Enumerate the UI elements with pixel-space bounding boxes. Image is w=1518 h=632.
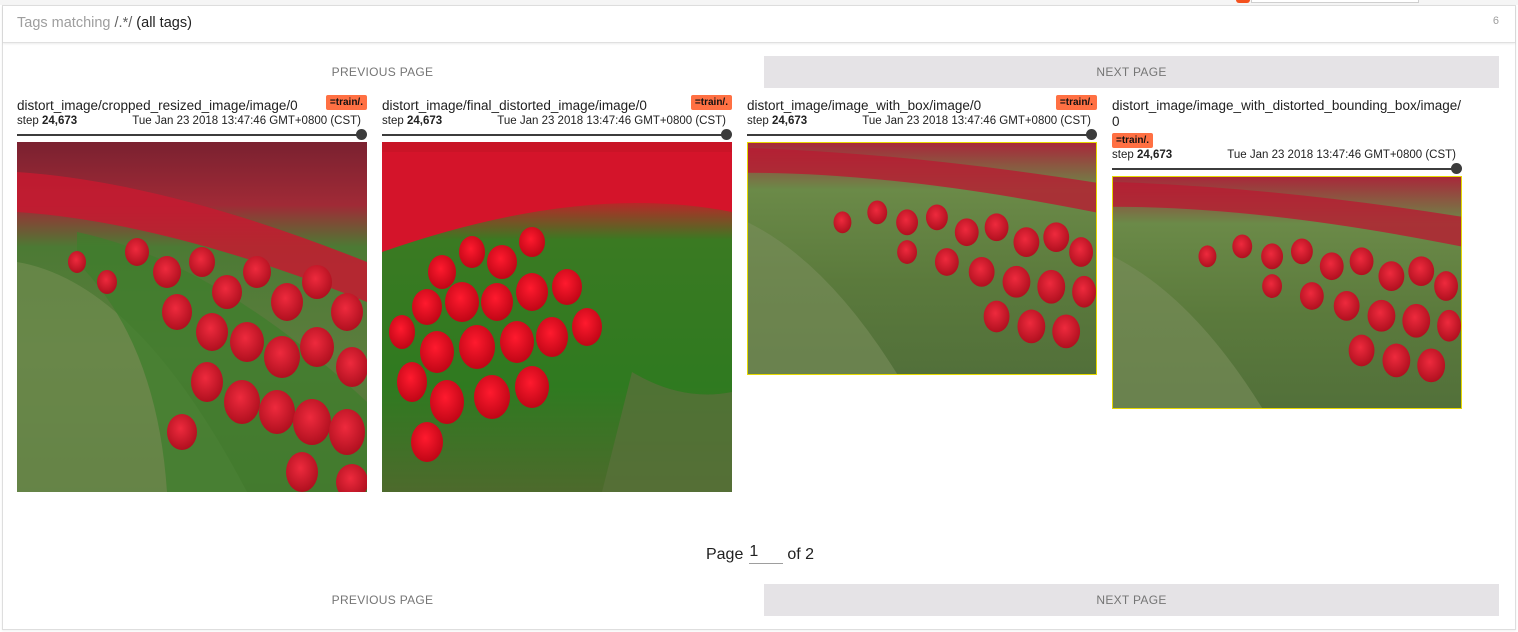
slider-knob[interactable] <box>721 129 732 140</box>
run-badge: =train/. <box>1112 133 1154 148</box>
image-tag-title: distort_image/image_with_distorted_bound… <box>1112 98 1461 129</box>
wall-time: Tue Jan 23 2018 13:47:46 GMT+0800 (CST) <box>1227 149 1456 161</box>
sample-image-with-distorted-box <box>1112 176 1462 409</box>
sample-image <box>382 142 732 492</box>
image-tag-title: distort_image/cropped_resized_image/imag… <box>17 98 298 113</box>
step-value: 24,673 <box>771 115 808 127</box>
page-label: Page <box>705 546 744 563</box>
previous-page-button[interactable]: PREVIOUS PAGE <box>15 56 750 88</box>
step-info: step 24,673 Tue Jan 23 2018 13:47:46 GMT… <box>1112 148 1462 162</box>
slider-track <box>747 134 1091 136</box>
step-label: step 24,673 <box>17 115 78 127</box>
page-number-input[interactable] <box>749 543 784 564</box>
image-tag-title: distort_image/image_with_box/image/0 <box>747 98 982 113</box>
tags-regex: /.*/ <box>114 15 133 31</box>
slider-track <box>382 134 726 136</box>
tulip-image <box>382 142 732 492</box>
pager-top: PREVIOUS PAGE NEXT PAGE <box>15 56 1501 88</box>
slider-track <box>1112 168 1456 170</box>
image-card: distort_image/image_with_box/image/0 =tr… <box>747 95 1097 375</box>
previous-page-button[interactable]: PREVIOUS PAGE <box>15 584 750 616</box>
top-orange-accent <box>1236 0 1250 3</box>
image-card: distort_image/image_with_distorted_bound… <box>1112 98 1462 409</box>
run-badge: =train/. <box>325 95 367 110</box>
image-card: distort_image/final_distorted_image/imag… <box>382 95 732 492</box>
tags-matching-label: Tags matching <box>17 15 111 31</box>
page-control: Page of 2 <box>1 543 1518 564</box>
image-category-card: Tags matching /.*/ (all tags) 6 PREVIOUS… <box>2 5 1516 630</box>
step-slider[interactable] <box>747 129 1097 140</box>
run-badge: =train/. <box>690 95 732 110</box>
step-slider[interactable] <box>17 129 367 140</box>
pager-bottom: PREVIOUS PAGE NEXT PAGE <box>15 584 1501 616</box>
tags-matching-line: Tags matching /.*/ (all tags) <box>17 15 192 31</box>
category-header[interactable]: Tags matching /.*/ (all tags) 6 <box>3 6 1515 43</box>
slider-knob[interactable] <box>356 129 367 140</box>
image-tag-title: distort_image/final_distorted_image/imag… <box>382 98 647 113</box>
tags-description: (all tags) <box>136 15 192 31</box>
step-info: step 24,673 Tue Jan 23 2018 13:47:46 GMT… <box>17 114 367 128</box>
step-value: 24,673 <box>41 115 78 127</box>
tulip-image <box>1113 177 1461 408</box>
tag-count: 6 <box>1492 15 1499 27</box>
step-info: step 24,673 Tue Jan 23 2018 13:47:46 GMT… <box>747 114 1097 128</box>
step-label: step 24,673 <box>747 115 808 127</box>
next-page-button[interactable]: NEXT PAGE <box>764 584 1499 616</box>
slider-knob[interactable] <box>1451 163 1462 174</box>
step-value: 24,673 <box>1136 149 1173 161</box>
step-label: step 24,673 <box>382 115 443 127</box>
top-input-edge <box>1251 0 1419 3</box>
sample-image <box>17 142 367 492</box>
step-value: 24,673 <box>406 115 443 127</box>
step-slider[interactable] <box>1112 163 1462 174</box>
page-of-total: of 2 <box>787 546 815 563</box>
wall-time: Tue Jan 23 2018 13:47:46 GMT+0800 (CST) <box>132 115 361 127</box>
step-info: step 24,673 Tue Jan 23 2018 13:47:46 GMT… <box>382 114 732 128</box>
wall-time: Tue Jan 23 2018 13:47:46 GMT+0800 (CST) <box>862 115 1091 127</box>
tulip-image <box>17 142 367 492</box>
slider-track <box>17 134 361 136</box>
wall-time: Tue Jan 23 2018 13:47:46 GMT+0800 (CST) <box>497 115 726 127</box>
slider-knob[interactable] <box>1086 129 1097 140</box>
next-page-button[interactable]: NEXT PAGE <box>764 56 1499 88</box>
run-badge: =train/. <box>1055 95 1097 110</box>
image-card: distort_image/cropped_resized_image/imag… <box>17 95 367 492</box>
tulip-image <box>748 143 1096 374</box>
sample-image-with-box <box>747 142 1097 375</box>
step-label: step 24,673 <box>1112 149 1173 161</box>
step-slider[interactable] <box>382 129 732 140</box>
